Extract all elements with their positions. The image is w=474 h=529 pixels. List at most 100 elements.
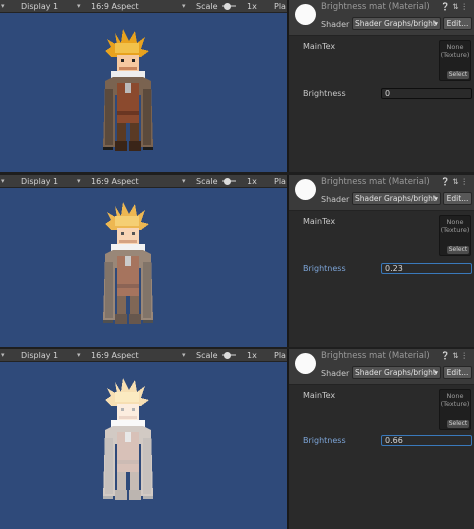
character-sprite <box>103 202 153 324</box>
sprite-pixel-block <box>105 438 113 494</box>
dropdown-arrow-icon: ▾ <box>182 2 186 10</box>
help-icon[interactable]: ❔ <box>441 177 452 186</box>
aspect-dropdown[interactable]: 16:9 Aspect <box>91 349 139 362</box>
sprite-pixel-block <box>117 111 139 115</box>
kebab-menu-icon[interactable]: ⋮ <box>461 177 471 186</box>
brightness-field[interactable]: 0.66 <box>381 435 472 446</box>
texture-slot[interactable]: None (Texture) Select <box>439 389 471 430</box>
game-view: ▾ Display 1 ▾ 16:9 Aspect ▾ Scale 1x Pla <box>0 349 287 529</box>
scene-panel-2: ▾ Display 1 ▾ 16:9 Aspect ▾ Scale 1x Pla… <box>0 175 474 347</box>
presets-icon[interactable]: ⇅ <box>452 177 460 186</box>
material-title: Brightness mat (Material) <box>321 351 430 361</box>
dropdown-arrow-icon[interactable]: ▾ <box>1 349 5 362</box>
texture-select-button[interactable]: Select <box>447 246 469 254</box>
scale-slider-knob[interactable] <box>224 178 231 185</box>
game-viewport[interactable] <box>0 362 287 529</box>
sprite-pixel-block <box>130 123 139 143</box>
sprite-pixel-block <box>103 147 113 150</box>
edit-shader-button[interactable]: Edit... <box>443 192 472 205</box>
shader-value: Shader Graphs/bright <box>355 368 436 377</box>
brightness-field[interactable]: 0.23 <box>381 263 472 274</box>
display-dropdown[interactable]: Display 1 <box>21 0 58 13</box>
brightness-label: Brightness <box>303 89 346 98</box>
sprite-pixel-block <box>121 59 124 62</box>
sprite-pixel-block <box>115 141 127 151</box>
texture-none-label: None (Texture) <box>440 43 470 59</box>
shader-label: Shader <box>321 369 350 378</box>
maintex-label: MainTex <box>303 217 336 226</box>
kebab-menu-icon[interactable]: ⋮ <box>461 351 471 360</box>
presets-icon[interactable]: ⇅ <box>452 351 460 360</box>
brightness-field[interactable]: 0 <box>381 88 472 99</box>
material-header: Brightness mat (Material) ❔⇅⋮ Shader Sha… <box>289 175 474 211</box>
sprite-pixel-block <box>117 296 126 316</box>
sprite-pixel-block <box>115 216 139 226</box>
shader-dropdown[interactable]: Shader Graphs/bright ▾ <box>352 192 441 205</box>
maintex-label: MainTex <box>303 391 336 400</box>
sphere-preview-icon <box>295 179 316 200</box>
scale-slider-knob[interactable] <box>224 352 231 359</box>
sprite-pixel-block <box>117 472 126 492</box>
header-icons: ❔⇅⋮ <box>441 2 470 11</box>
dropdown-arrow-icon[interactable]: ▾ <box>1 175 5 188</box>
texture-slot[interactable]: None (Texture) Select <box>439 215 471 256</box>
shader-label: Shader <box>321 20 350 29</box>
header-icons: ❔⇅⋮ <box>441 177 470 186</box>
dropdown-arrow-icon[interactable]: ▾ <box>1 0 5 13</box>
play-mode-dropdown[interactable]: Pla <box>274 175 286 188</box>
sphere-preview-icon <box>295 353 316 374</box>
inspector-panel: Brightness mat (Material) ❔⇅⋮ Shader Sha… <box>287 175 474 347</box>
display-dropdown[interactable]: Display 1 <box>21 349 58 362</box>
character-sprite <box>103 29 153 151</box>
character-sprite <box>103 378 153 500</box>
sprite-pixel-block <box>103 496 113 499</box>
scene-panel-3: ▾ Display 1 ▾ 16:9 Aspect ▾ Scale 1x Pla… <box>0 349 474 529</box>
aspect-dropdown[interactable]: 16:9 Aspect <box>91 175 139 188</box>
maintex-label: MainTex <box>303 42 336 51</box>
kebab-menu-icon[interactable]: ⋮ <box>461 2 471 11</box>
sprite-pixel-block <box>105 262 113 318</box>
shader-dropdown[interactable]: Shader Graphs/bright ▾ <box>352 17 441 30</box>
texture-slot[interactable]: None (Texture) Select <box>439 40 471 81</box>
texture-select-button[interactable]: Select <box>447 71 469 79</box>
edit-shader-button[interactable]: Edit... <box>443 366 472 379</box>
sprite-pixel-block <box>125 83 131 93</box>
presets-icon[interactable]: ⇅ <box>452 2 460 11</box>
sprite-pixel-block <box>105 89 113 145</box>
inspector-panel: Brightness mat (Material) ❔⇅⋮ Shader Sha… <box>287 349 474 529</box>
dropdown-arrow-icon: ▾ <box>77 2 81 10</box>
scale-label: Scale <box>196 351 218 360</box>
sprite-pixel-block <box>143 89 151 145</box>
aspect-dropdown[interactable]: 16:9 Aspect <box>91 0 139 13</box>
scene-panel-1: ▾ Display 1 ▾ 16:9 Aspect ▾ Scale 1x Pla… <box>0 0 474 172</box>
game-viewport[interactable] <box>0 13 287 172</box>
sprite-pixel-block <box>132 59 135 62</box>
scale-value: 1x <box>247 351 257 360</box>
play-mode-dropdown[interactable]: Pla <box>274 349 286 362</box>
shader-dropdown[interactable]: Shader Graphs/bright ▾ <box>352 366 441 379</box>
sprite-pixel-block <box>132 232 135 235</box>
brightness-label: Brightness <box>303 436 346 445</box>
shader-label: Shader <box>321 195 350 204</box>
help-icon[interactable]: ❔ <box>441 2 452 11</box>
texture-select-button[interactable]: Select <box>447 420 469 428</box>
scale-slider-knob[interactable] <box>224 3 231 10</box>
play-mode-dropdown[interactable]: Pla <box>274 0 286 13</box>
sphere-preview-icon <box>295 4 316 25</box>
help-icon[interactable]: ❔ <box>441 351 452 360</box>
sprite-pixel-block <box>132 408 135 411</box>
sprite-pixel-block <box>143 320 153 323</box>
display-dropdown[interactable]: Display 1 <box>21 175 58 188</box>
shader-value: Shader Graphs/bright <box>355 194 436 203</box>
sprite-pixel-block <box>129 314 141 324</box>
game-viewport[interactable] <box>0 188 287 347</box>
sprite-pixel-block <box>143 147 153 150</box>
sprite-pixel-block <box>117 460 139 464</box>
header-icons: ❔⇅⋮ <box>441 351 470 360</box>
sprite-pixel-block <box>117 284 139 288</box>
texture-none-label: None (Texture) <box>440 218 470 234</box>
scale-value: 1x <box>247 2 257 11</box>
material-header: Brightness mat (Material) ❔⇅⋮ Shader Sha… <box>289 0 474 36</box>
dropdown-arrow-icon: ▾ <box>434 194 438 203</box>
edit-shader-button[interactable]: Edit... <box>443 17 472 30</box>
